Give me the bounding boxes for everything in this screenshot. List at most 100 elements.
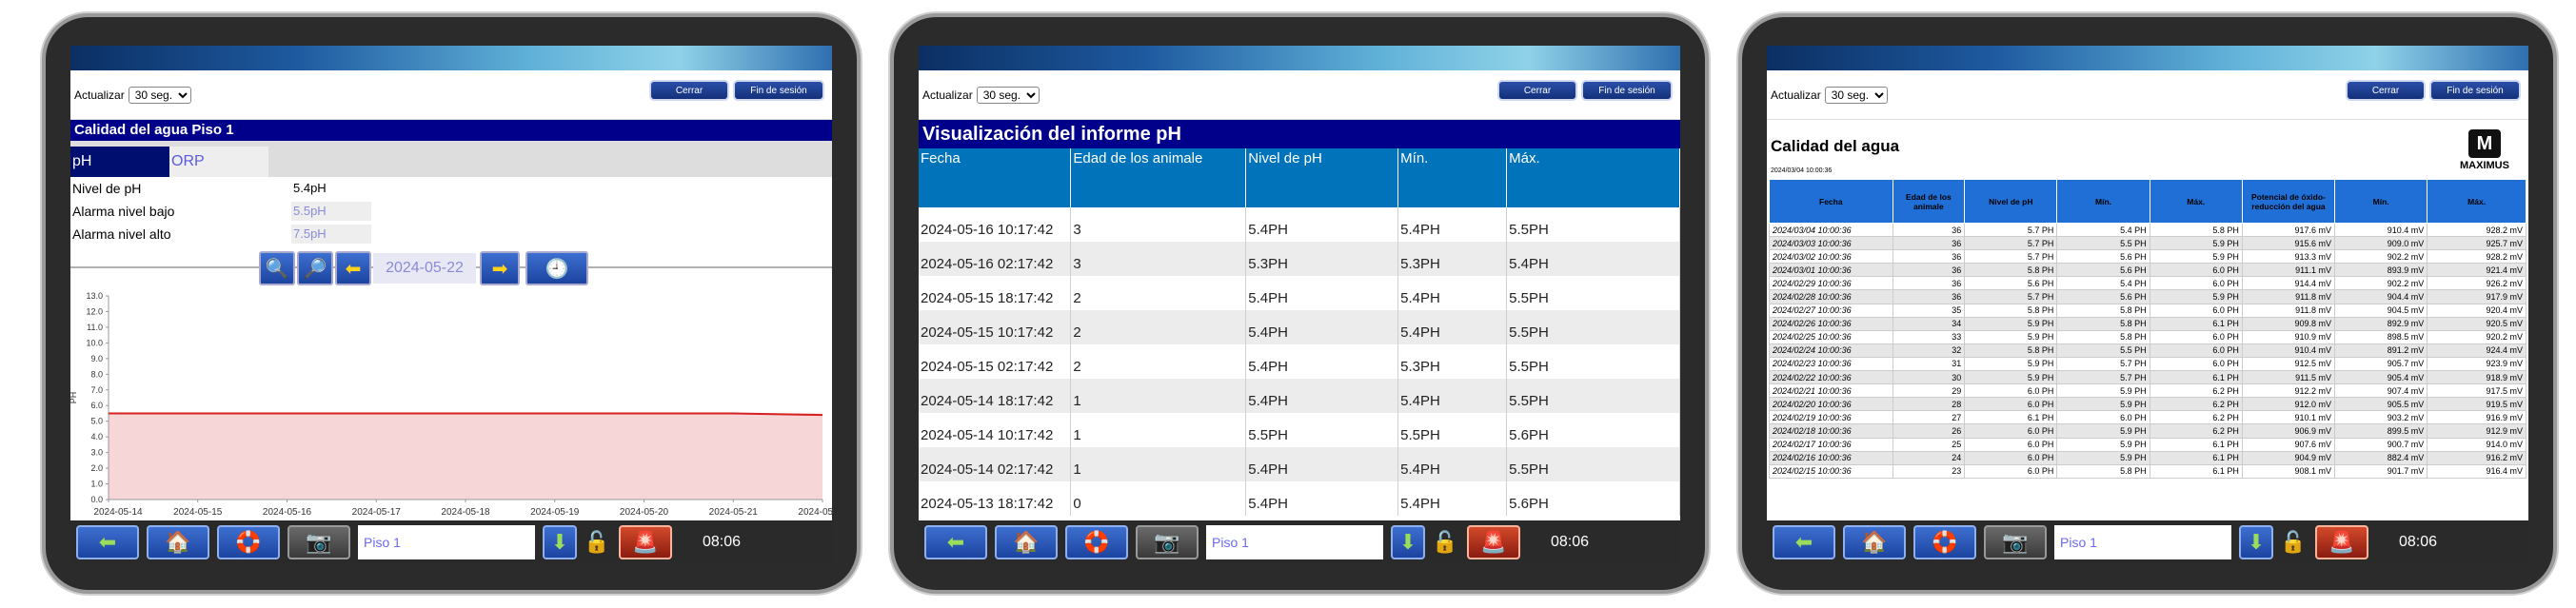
table-cell: 3 [1070,242,1247,276]
download-button[interactable]: ⬇ [543,524,577,559]
lock-button[interactable]: 🔓 [1431,525,1459,559]
camera-icon: 📷 [1154,529,1180,554]
table-cell: 5.4PH [1397,310,1508,344]
home-button[interactable]: 🏠 [995,524,1058,559]
table-row[interactable]: 2024/02/26 10:00:36 34 5.9 PH 5.8 PH 6.1 PH 9… [1769,316,2526,331]
table-row[interactable]: 2024-05-14 18:17:42 1 5.4PH 5.4PH 5.5PH [919,379,1680,413]
download-button[interactable]: ⬇ [1391,524,1425,559]
table-cell: 926.2 mV [2427,276,2526,291]
table-row[interactable]: 2024/03/01 10:00:36 36 5.8 PH 5.6 PH 6.0 PH 9… [1769,263,2526,278]
x-tick-label: 2024-05-17 [352,507,402,518]
table-cell: 891.2 mV [2334,343,2428,358]
table-row[interactable]: 2024-05-14 10:17:42 1 5.5PH 5.5PH 5.6PH [919,413,1680,447]
table-cell: 5.5 PH [2056,343,2150,358]
refresh-select[interactable]: 30 seg. [1824,87,1888,104]
tab-ph[interactable]: pH [70,147,169,177]
table-row[interactable]: 2024/02/23 10:00:36 31 5.9 PH 5.7 PH 6.0 PH 9… [1769,356,2526,372]
table-row[interactable]: 2024/02/15 10:00:36 23 6.0 PH 5.8 PH 6.1 PH 9… [1769,463,2526,479]
table-row[interactable]: 2024-05-15 02:17:42 2 5.4PH 5.3PH 5.5PH [919,344,1680,379]
lock-button[interactable]: 🔓 [2279,525,2308,559]
table-row[interactable]: 2024/02/21 10:00:36 29 6.0 PH 5.9 PH 6.2 PH 9… [1769,383,2526,399]
home-button[interactable]: 🏠 [1843,524,1906,559]
table-cell: 26 [1892,423,1966,439]
table-row[interactable]: 2024/02/20 10:00:36 28 6.0 PH 5.9 PH 6.2 PH 9… [1769,397,2526,412]
alarm-high-field[interactable]: 7.5pH [291,225,371,244]
table-cell: 5.7 PH [2056,370,2150,385]
x-tick-label: 2024-05-14 [93,507,143,518]
bottom-toolbar: ⬅ 🏠 🛟 📷 Piso 1 ⬇ 🔓 🚨 08:06 [1767,520,2528,563]
alarm-low-label: Alarma nivel bajo [72,204,175,219]
date-field[interactable]: 2024-05-22 [373,253,476,284]
table-cell: 2024/02/18 10:00:36 [1769,423,1893,439]
tab-orp[interactable]: ORP [169,147,268,177]
alarm-button[interactable]: 🚨 [1467,524,1520,559]
table-cell: 5.9 PH [2149,236,2243,251]
help-button[interactable]: 🛟 [1065,524,1128,559]
table-row[interactable]: 2024-05-16 10:17:42 3 5.4PH 5.4PH 5.5PH [919,207,1680,242]
next-date-button[interactable]: ➡ [480,251,520,285]
floor-selector[interactable]: Piso 1 [1206,524,1383,559]
floor-selector[interactable]: Piso 1 [2054,524,2231,559]
table-cell: 919.5 mV [2427,397,2526,412]
table-cell: 5.7 PH [1964,289,2058,304]
back-button[interactable]: ⬅ [76,524,139,559]
table-cell: 921.4 mV [2427,263,2526,278]
help-button[interactable]: 🛟 [217,524,280,559]
table-row[interactable]: 2024/02/24 10:00:36 32 5.8 PH 5.5 PH 6.0 PH 9… [1769,343,2526,358]
table-cell: 6.2 PH [2149,410,2243,425]
help-button[interactable]: 🛟 [1913,524,1976,559]
download-arrow-icon: ⬇ [1398,529,1417,554]
logout-button[interactable]: Fin de sesión [2429,80,2521,101]
table-cell: 882.4 mV [2334,450,2428,465]
table-cell: 2024/02/24 10:00:36 [1769,343,1893,358]
logout-button[interactable]: Fin de sesión [1581,80,1673,101]
table-row[interactable]: 2024/03/03 10:00:36 36 5.7 PH 5.5 PH 5.9 PH 9… [1769,236,2526,251]
refresh-select[interactable]: 30 seg. [976,87,1040,104]
camera-button[interactable]: 📷 [287,524,350,559]
table-row[interactable]: 2024-05-15 10:17:42 2 5.4PH 5.4PH 5.5PH [919,310,1680,344]
close-button[interactable]: Cerrar [2346,80,2426,101]
prev-date-button[interactable]: ⬅ [335,251,371,285]
table-row[interactable]: 2024/02/25 10:00:36 33 5.9 PH 5.8 PH 6.0 PH 9… [1769,329,2526,344]
table-row[interactable]: 2024/02/16 10:00:36 24 6.0 PH 5.9 PH 6.1 PH 9… [1769,450,2526,465]
alarm-low-field[interactable]: 5.5pH [291,202,371,221]
table-row[interactable]: 2024/02/29 10:00:36 36 5.6 PH 5.4 PH 6.0 PH 9… [1769,276,2526,291]
table-cell: 916.2 mV [2427,450,2526,465]
camera-button[interactable]: 📷 [1984,524,2047,559]
zoom-in-button[interactable]: 🔍 [259,251,295,285]
alarm-button[interactable]: 🚨 [2315,524,2368,559]
camera-button[interactable]: 📷 [1136,524,1199,559]
close-button[interactable]: Cerrar [649,80,729,101]
back-button[interactable]: ⬅ [924,524,987,559]
refresh-select[interactable]: 30 seg. [128,87,191,104]
table-row[interactable]: 2024-05-14 02:17:42 1 5.4PH 5.4PH 5.5PH [919,447,1680,481]
table-row[interactable]: 2024-05-13 18:17:42 0 5.4PH 5.4PH 5.6PH [919,481,1680,516]
house-icon: 🏠 [1861,529,1888,554]
zoom-out-button[interactable]: 🔎 [297,251,333,285]
table-row[interactable]: 2024/02/22 10:00:36 30 5.9 PH 5.7 PH 6.1 PH 9… [1769,370,2526,385]
table-row[interactable]: 2024/02/17 10:00:36 25 6.0 PH 5.9 PH 6.1 PH 9… [1769,437,2526,452]
table-row[interactable]: 2024-05-16 02:17:42 3 5.3PH 5.3PH 5.4PH [919,242,1680,276]
table-row[interactable]: 2024-05-15 18:17:42 2 5.4PH 5.4PH 5.5PH [919,276,1680,310]
home-button[interactable]: 🏠 [147,524,209,559]
table-row[interactable]: 2024/03/04 10:00:36 36 5.7 PH 5.4 PH 5.8 PH 9… [1769,222,2526,238]
table-cell: 6.0 PH [2149,343,2243,358]
clock-search-button[interactable]: 🕘 [525,251,588,285]
table-row[interactable]: 2024/02/27 10:00:36 35 5.8 PH 5.8 PH 6.0 PH 9… [1769,303,2526,318]
table-row[interactable]: 2024/02/19 10:00:36 27 6.1 PH 6.0 PH 6.2 PH 9… [1769,410,2526,425]
back-button[interactable]: ⬅ [1773,524,1835,559]
table-row[interactable]: 2024/03/02 10:00:36 36 5.7 PH 5.6 PH 5.9 PH 9… [1769,249,2526,265]
table-row[interactable]: 2024/02/28 10:00:36 36 5.7 PH 5.6 PH 5.9 PH 9… [1769,289,2526,304]
table-cell: 35 [1892,303,1966,318]
table-cell: 2024/03/01 10:00:36 [1769,263,1893,278]
arrow-right-icon: ➡ [491,258,508,280]
report-title: Calidad del agua [1771,137,1900,155]
download-button[interactable]: ⬇ [2239,524,2273,559]
alarm-light-icon: 🚨 [2328,529,2355,554]
close-button[interactable]: Cerrar [1497,80,1577,101]
logout-button[interactable]: Fin de sesión [733,80,824,101]
floor-selector[interactable]: Piso 1 [358,524,535,559]
lock-button[interactable]: 🔓 [583,525,611,559]
alarm-button[interactable]: 🚨 [619,524,672,559]
table-row[interactable]: 2024/02/18 10:00:36 26 6.0 PH 5.9 PH 6.2 PH 9… [1769,423,2526,439]
